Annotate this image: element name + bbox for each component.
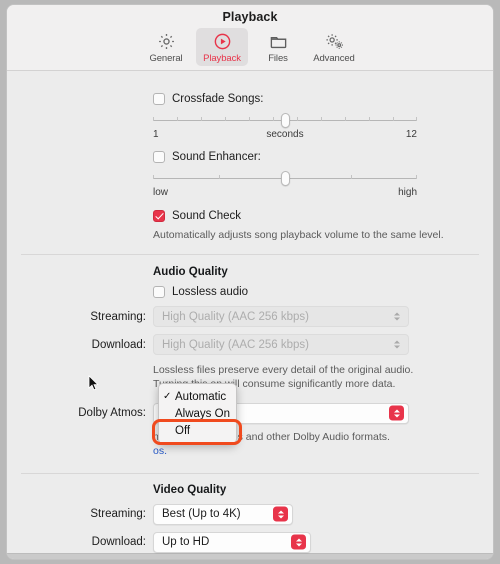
gears-icon bbox=[324, 31, 345, 52]
enhancer-max-label: high bbox=[398, 187, 417, 198]
gear-icon bbox=[157, 31, 176, 52]
lossless-label: Lossless audio bbox=[172, 286, 249, 299]
crossfade-label: Crossfade Songs: bbox=[172, 93, 264, 105]
crossfade-max-label: 12 bbox=[405, 129, 417, 140]
preferences-toolbar: General Playback Files Advanced bbox=[7, 24, 493, 70]
enhancer-slider-scale: low high bbox=[153, 187, 417, 201]
video-quality-heading: Video Quality bbox=[153, 483, 227, 496]
audio-quality-heading-row: Audio Quality bbox=[25, 266, 475, 278]
tab-files-label: Files bbox=[268, 53, 288, 64]
tab-advanced[interactable]: Advanced bbox=[308, 28, 360, 66]
audio-streaming-label: Streaming: bbox=[90, 310, 146, 323]
dolby-description-row: ngs in Dolby Atmos and other Dolby Audio… bbox=[25, 430, 475, 458]
enhancer-slider[interactable] bbox=[153, 171, 417, 186]
menu-item-always-on-label: Always On bbox=[175, 407, 230, 420]
video-streaming-select[interactable]: Best (Up to 4K) bbox=[153, 503, 293, 525]
lossless-row: Lossless audio bbox=[25, 286, 475, 299]
audio-streaming-row: Streaming: High Quality (AAC 256 kbps) bbox=[25, 306, 475, 328]
dialog-footer: ? Cancel OK bbox=[7, 552, 493, 559]
enhancer-row: Sound Enhancer: bbox=[25, 151, 475, 163]
page-title: Playback bbox=[222, 10, 278, 24]
dolby-atmos-dropdown-menu[interactable]: ✓ Automatic Always On Off bbox=[158, 383, 237, 444]
crossfade-min-label: 1 bbox=[153, 129, 159, 140]
audio-quality-heading: Audio Quality bbox=[153, 266, 228, 279]
sound-check-checkbox-group[interactable]: Sound Check bbox=[153, 210, 475, 222]
tab-playback[interactable]: Playback bbox=[196, 28, 248, 66]
audio-download-label: Download: bbox=[91, 338, 146, 351]
video-download-stepper-icon[interactable] bbox=[291, 534, 306, 550]
window-titlebar: Playback General Playback Files Advanced bbox=[7, 5, 493, 71]
audio-download-value: High Quality (AAC 256 kbps) bbox=[162, 338, 310, 351]
tab-files[interactable]: Files bbox=[252, 28, 304, 66]
audio-download-stepper-icon[interactable] bbox=[389, 337, 404, 352]
menu-item-off-label: Off bbox=[175, 424, 191, 437]
crossfade-checkbox-group[interactable]: Crossfade Songs: bbox=[153, 93, 475, 105]
enhancer-label: Sound Enhancer: bbox=[172, 151, 261, 163]
crossfade-checkbox[interactable] bbox=[153, 93, 165, 105]
mouse-cursor-icon bbox=[88, 374, 99, 396]
enhancer-slider-knob[interactable] bbox=[280, 171, 290, 186]
sound-check-description: Automatically adjusts song playback volu… bbox=[153, 229, 444, 241]
tab-advanced-label: Advanced bbox=[313, 53, 355, 64]
crossfade-slider-knob[interactable] bbox=[280, 113, 290, 128]
sound-check-description-row: Automatically adjusts song playback volu… bbox=[25, 228, 475, 242]
audio-streaming-stepper-icon[interactable] bbox=[389, 309, 404, 324]
crossfade-slider-row: 1 seconds 12 bbox=[25, 113, 475, 143]
enhancer-min-label: low bbox=[153, 187, 169, 198]
preferences-window: Playback General Playback Files Advanced… bbox=[6, 4, 494, 560]
audio-streaming-select[interactable]: High Quality (AAC 256 kbps) bbox=[153, 306, 409, 328]
crossfade-slider[interactable] bbox=[153, 113, 417, 128]
preferences-content: Crossfade Songs: 1 seconds 12 Sound Enha… bbox=[7, 71, 493, 553]
sound-check-row: Sound Check bbox=[25, 210, 475, 222]
tab-general-label: General bbox=[149, 53, 183, 64]
audio-download-select[interactable]: High Quality (AAC 256 kbps) bbox=[153, 334, 409, 356]
video-streaming-stepper-icon[interactable] bbox=[273, 506, 288, 522]
audio-download-row: Download: High Quality (AAC 256 kbps) bbox=[25, 334, 475, 356]
audio-streaming-value: High Quality (AAC 256 kbps) bbox=[162, 310, 310, 323]
dolby-description-link[interactable]: os. bbox=[153, 445, 167, 457]
lossless-checkbox-group[interactable]: Lossless audio bbox=[153, 286, 475, 299]
tab-playback-label: Playback bbox=[203, 53, 241, 64]
menu-item-off[interactable]: Off bbox=[159, 422, 236, 439]
sound-check-label: Sound Check bbox=[172, 210, 242, 222]
video-download-select[interactable]: Up to HD bbox=[153, 531, 311, 553]
check-icon: ✓ bbox=[163, 391, 172, 402]
enhancer-checkbox[interactable] bbox=[153, 151, 165, 163]
dolby-atmos-stepper-icon[interactable] bbox=[389, 405, 404, 421]
dolby-atmos-row: Dolby Atmos: Automatic bbox=[25, 402, 475, 424]
dolby-atmos-label: Dolby Atmos: bbox=[78, 407, 146, 420]
folder-icon bbox=[269, 31, 288, 52]
video-quality-heading-row: Video Quality bbox=[25, 484, 475, 496]
play-circle-icon bbox=[213, 31, 232, 52]
crossfade-unit-label: seconds bbox=[266, 129, 304, 140]
menu-item-automatic-label: Automatic bbox=[175, 390, 227, 403]
enhancer-slider-row: low high bbox=[25, 171, 475, 201]
enhancer-checkbox-group[interactable]: Sound Enhancer: bbox=[153, 151, 475, 163]
crossfade-row: Crossfade Songs: bbox=[25, 93, 475, 105]
video-streaming-value: Best (Up to 4K) bbox=[162, 508, 241, 521]
crossfade-slider-scale: 1 seconds 12 bbox=[153, 129, 417, 143]
sound-check-checkbox[interactable] bbox=[153, 210, 165, 222]
divider-video-quality bbox=[21, 472, 479, 474]
video-streaming-row: Streaming: Best (Up to 4K) bbox=[25, 503, 475, 525]
lossless-checkbox[interactable] bbox=[153, 286, 165, 299]
divider-audio-quality bbox=[21, 254, 479, 256]
video-download-value: Up to HD bbox=[162, 536, 210, 549]
tab-general[interactable]: General bbox=[140, 28, 192, 66]
video-download-label: Download: bbox=[91, 536, 146, 549]
video-streaming-label: Streaming: bbox=[90, 508, 146, 521]
video-download-row: Download: Up to HD bbox=[25, 531, 475, 553]
menu-item-always-on[interactable]: Always On bbox=[159, 405, 236, 422]
menu-item-automatic[interactable]: ✓ Automatic bbox=[159, 388, 236, 405]
